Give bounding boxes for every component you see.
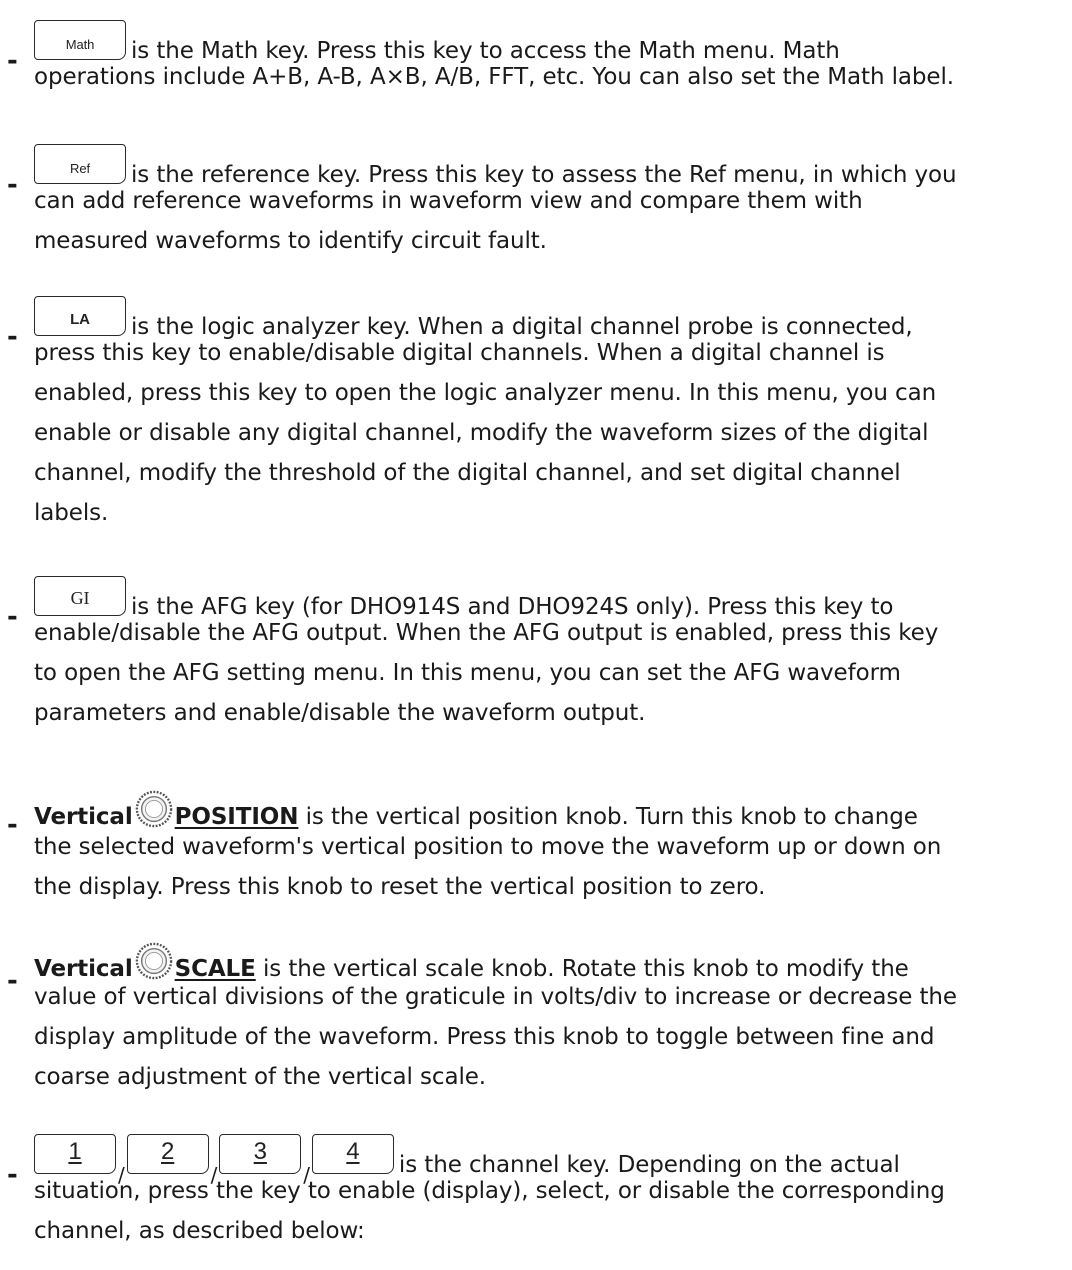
line: LA is the logic analyzer key. When a digi… xyxy=(34,296,913,342)
math-key-icon: Math xyxy=(34,20,126,60)
line: GI is the AFG key (for DHO914S and DHO924… xyxy=(34,576,893,622)
line: Vertical POSITION is the vertical positi… xyxy=(34,790,918,832)
bullet-dash: - xyxy=(7,966,18,996)
la-key-icon: LA xyxy=(34,296,126,336)
line: operations include A+B, A-B, A×B, A/B, F… xyxy=(34,64,954,90)
rotary-knob-icon xyxy=(135,790,172,828)
line: channel, modify the threshold of the dig… xyxy=(34,460,901,486)
line: the display. Press this knob to reset th… xyxy=(34,874,766,900)
bullet-dash: - xyxy=(7,602,18,632)
line: coarse adjustment of the vertical scale. xyxy=(34,1064,487,1090)
manual-section: - Math is the Math key. Press this key to… xyxy=(0,0,1072,1270)
line: situation, press the key to enable (disp… xyxy=(34,1178,945,1204)
bullet-dash: - xyxy=(7,1160,18,1190)
line: Vertical SCALE is the vertical scale kno… xyxy=(34,942,909,984)
bullet-dash: - xyxy=(7,322,18,352)
line: the selected waveform's vertical positio… xyxy=(34,834,942,860)
line: labels. xyxy=(34,500,109,526)
afg-key-icon: GI xyxy=(34,576,126,616)
line: measured waveforms to identify circuit f… xyxy=(34,228,547,254)
line: display amplitude of the waveform. Press… xyxy=(34,1024,935,1050)
line: value of vertical divisions of the grati… xyxy=(34,984,957,1010)
line: enable/disable the AFG output. When the … xyxy=(34,620,939,646)
line: enabled, press this key to open the logi… xyxy=(34,380,937,406)
line: can add reference waveforms in waveform … xyxy=(34,188,863,214)
channel-4-key-icon: 4 xyxy=(311,1134,394,1174)
line: to open the AFG setting menu. In this me… xyxy=(34,660,901,686)
line: channel, as described below: xyxy=(34,1218,365,1244)
channel-2-key-icon: 2 xyxy=(126,1134,209,1174)
channel-1-key-icon: 1 xyxy=(34,1134,116,1174)
ref-key-icon: Ref xyxy=(34,144,126,184)
bullet-dash: - xyxy=(7,810,18,840)
line: press this key to enable/disable digital… xyxy=(34,340,885,366)
rotary-knob-icon xyxy=(135,942,172,980)
line: Ref is the reference key. Press this key … xyxy=(34,144,957,190)
line: enable or disable any digital channel, m… xyxy=(34,420,929,446)
channel-3-key-icon: 3 xyxy=(219,1134,302,1174)
line: parameters and enable/disable the wavefo… xyxy=(34,700,646,726)
bullet-dash: - xyxy=(7,170,18,200)
line: Math is the Math key. Press this key to a… xyxy=(34,20,840,66)
bullet-dash: - xyxy=(7,46,18,76)
